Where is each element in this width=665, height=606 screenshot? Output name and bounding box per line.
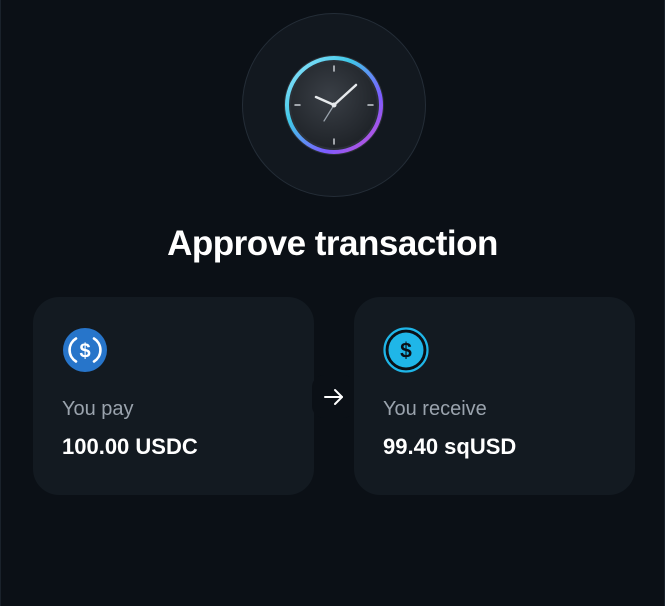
pay-label: You pay	[62, 398, 134, 420]
pay-card: $ You pay 100.00 USDC	[33, 297, 314, 495]
clock-icon	[284, 55, 384, 155]
receive-label: You receive	[383, 398, 487, 420]
approve-transaction-dialog: Approve transaction $ You pay 100.00 USD…	[0, 0, 665, 606]
svg-text:$: $	[400, 340, 412, 363]
swap-direction-indicator	[312, 375, 355, 418]
receive-card: $ You receive 99.40 sqUSD	[354, 297, 635, 495]
pay-amount: 100.00 USDC	[62, 434, 198, 459]
usdc-icon: $	[63, 328, 107, 372]
dollar-icon: $	[383, 327, 429, 373]
svg-text:$: $	[79, 341, 90, 363]
clock-badge	[242, 13, 426, 197]
arrow-right-icon	[323, 388, 343, 405]
page-title: Approve transaction	[167, 224, 498, 263]
receive-amount: 99.40 sqUSD	[383, 434, 517, 459]
